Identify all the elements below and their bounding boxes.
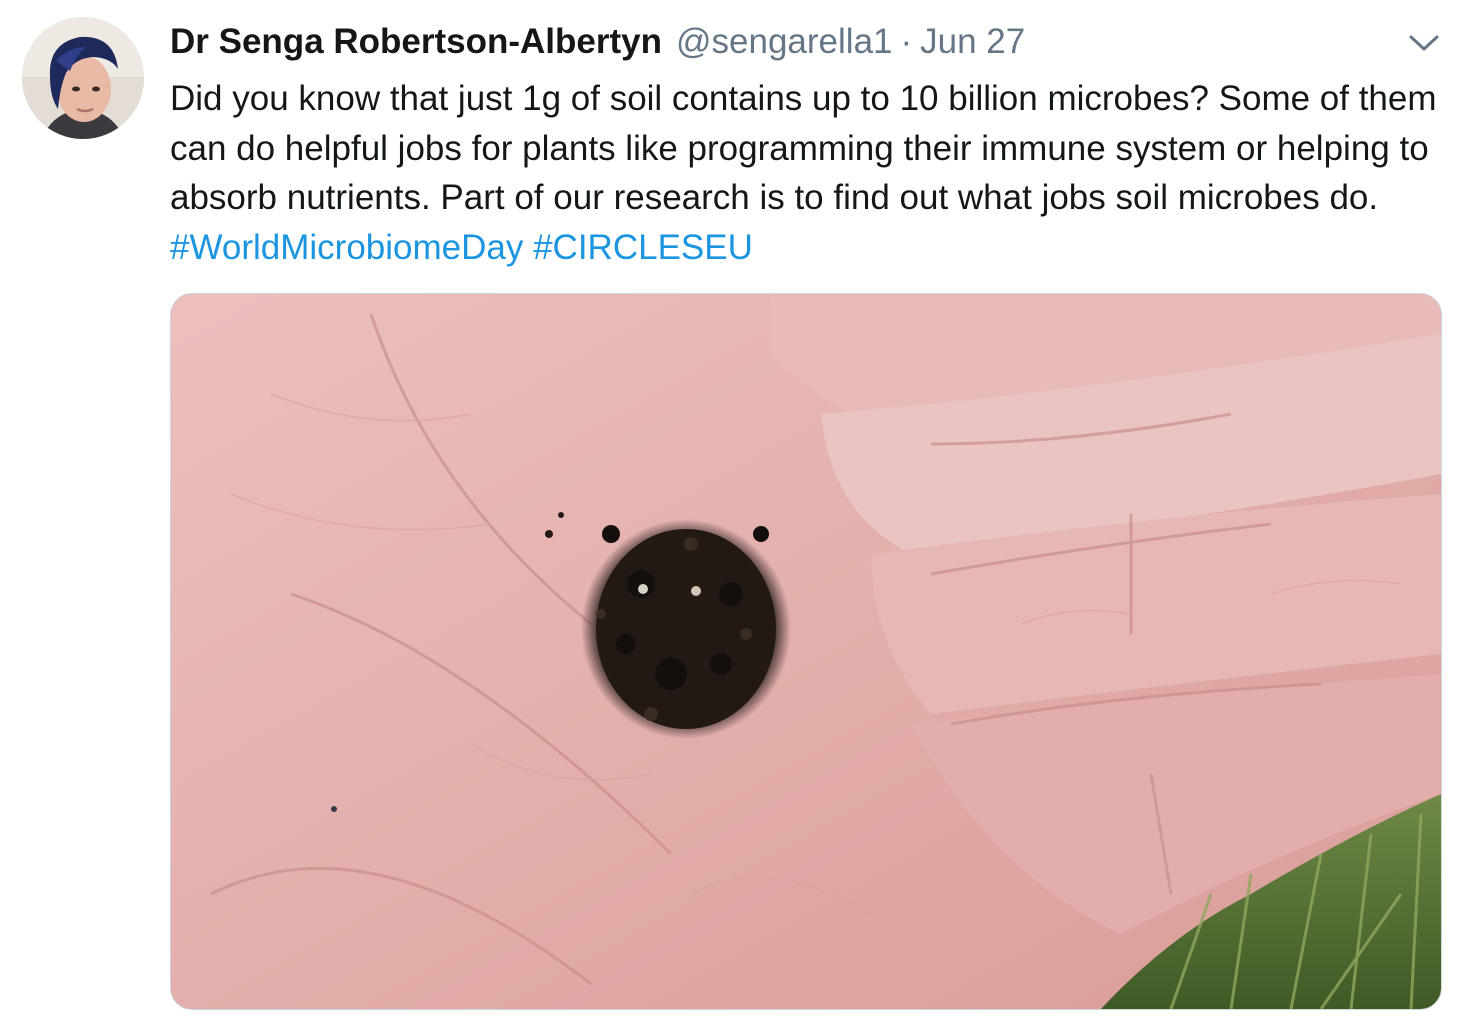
- hashtag-circleseu[interactable]: #CIRCLESEU: [533, 228, 753, 267]
- chevron-down-icon: [1409, 35, 1439, 51]
- author-display-name[interactable]: Dr Senga Robertson-Albertyn: [170, 22, 662, 62]
- avatar-portrait-icon: [22, 17, 144, 139]
- tweet-text: Did you know that just 1g of soil contai…: [170, 74, 1450, 272]
- avatar[interactable]: [22, 17, 144, 139]
- tweet-header: Dr Senga Robertson-Albertyn @sengarella1…: [170, 22, 1025, 68]
- tweet-date[interactable]: Jun 27: [920, 22, 1025, 62]
- photo-of-soil-in-palm-icon: [171, 294, 1441, 1009]
- tweet-menu-button[interactable]: [1404, 28, 1444, 58]
- tweet-text-main: Did you know that just 1g of soil contai…: [170, 79, 1437, 217]
- hashtag-worldmicrobiomeday[interactable]: #WorldMicrobiomeDay: [170, 228, 523, 267]
- header-separator: ·: [900, 22, 913, 61]
- tweet: Dr Senga Robertson-Albertyn @sengarella1…: [0, 0, 1458, 1026]
- tweet-photo[interactable]: [170, 293, 1442, 1010]
- author-handle[interactable]: @sengarella1: [676, 22, 893, 62]
